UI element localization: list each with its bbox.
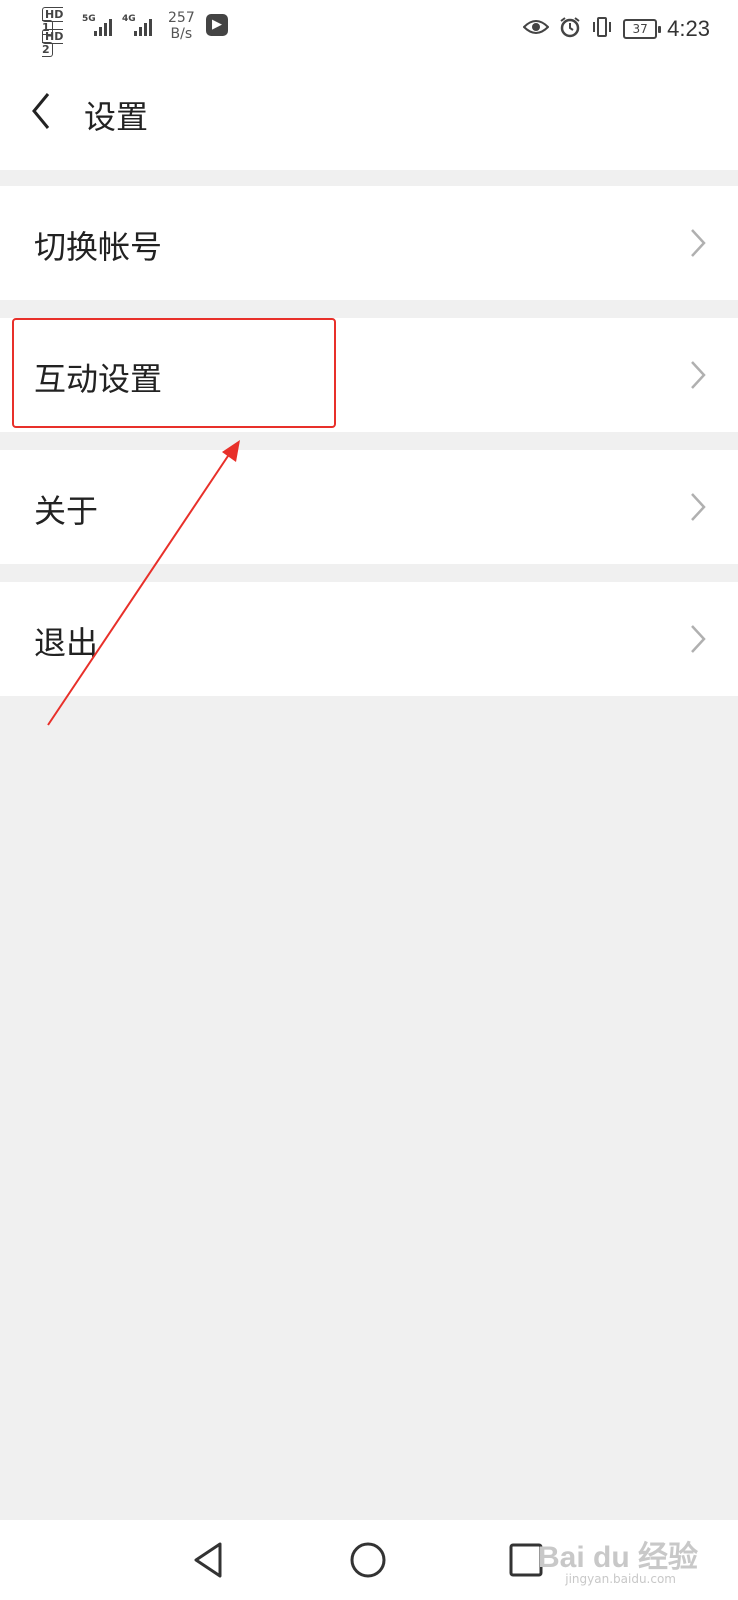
system-nav-bar: Bai du 经验 jingyan.baidu.com [0,1520,738,1600]
nav-home-button[interactable] [346,1538,390,1582]
baidu-watermark-sub: jingyan.baidu.com [565,1572,676,1586]
home-circle-icon [350,1542,386,1578]
annotation-arrow [47,440,240,726]
back-triangle-icon [194,1542,222,1578]
nav-back-button[interactable] [188,1538,232,1582]
baidu-watermark: Bai du 经验 [537,1541,698,1574]
